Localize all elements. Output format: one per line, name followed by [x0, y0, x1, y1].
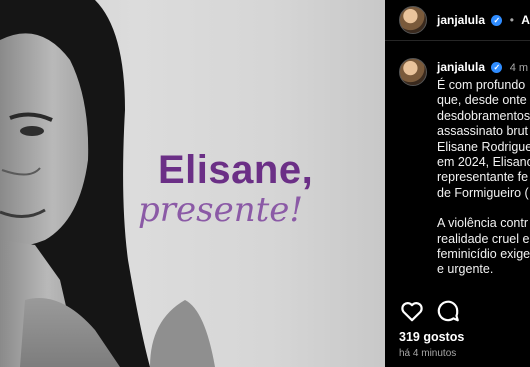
caption-line: de Formigueiro (	[437, 185, 529, 200]
follow-button[interactable]: A	[521, 13, 530, 27]
headline-script: presente!	[138, 190, 304, 230]
caption-line: realidade cruel e	[437, 231, 530, 246]
caption-line: e urgente.	[437, 262, 494, 277]
caption-line: É com profundo	[437, 78, 526, 92]
post-timestamp[interactable]: há 4 minutos	[399, 348, 456, 359]
caption-line: desdobramentos	[437, 108, 530, 123]
post-image: Elisane, presente!	[0, 0, 385, 367]
caption-line: A violência contr	[437, 216, 529, 231]
caption-line: que, desde onte	[437, 93, 527, 108]
header-avatar[interactable]	[399, 6, 427, 34]
headline-name: Elisane,	[158, 148, 314, 192]
comment-username[interactable]: janjalula	[437, 60, 485, 74]
verified-badge-icon: ✓	[491, 15, 503, 27]
comment-avatar[interactable]	[399, 58, 427, 86]
comment-username-row: janjalula ✓ 4 m	[437, 60, 528, 74]
caption-text: É com profundo que, desde onte desdobram…	[437, 78, 530, 278]
caption-line: feminicídio exige	[437, 247, 530, 262]
header-separator: •	[509, 13, 514, 27]
header-username-row: janjalula ✓ • A	[437, 13, 530, 27]
caption-line	[437, 201, 530, 216]
comment-time: 4 m	[509, 62, 529, 74]
caption-line: assassinato brut	[437, 124, 529, 139]
heart-icon[interactable]	[399, 298, 425, 324]
post-header: janjalula ✓ • A	[385, 0, 530, 41]
post-side-panel: janjalula ✓ • A janjalula ✓ 4 m É com pr…	[385, 0, 530, 367]
caption-line: Elisane Rodrigue	[437, 139, 530, 154]
likes-count[interactable]: 319 gostos	[399, 330, 464, 344]
caption-line: em 2024, Elisanc	[437, 155, 530, 170]
caption-line: representante fe	[437, 170, 529, 185]
header-username[interactable]: janjalula	[437, 13, 485, 27]
comment-icon[interactable]	[435, 298, 461, 324]
verified-badge-icon: ✓	[491, 62, 503, 74]
